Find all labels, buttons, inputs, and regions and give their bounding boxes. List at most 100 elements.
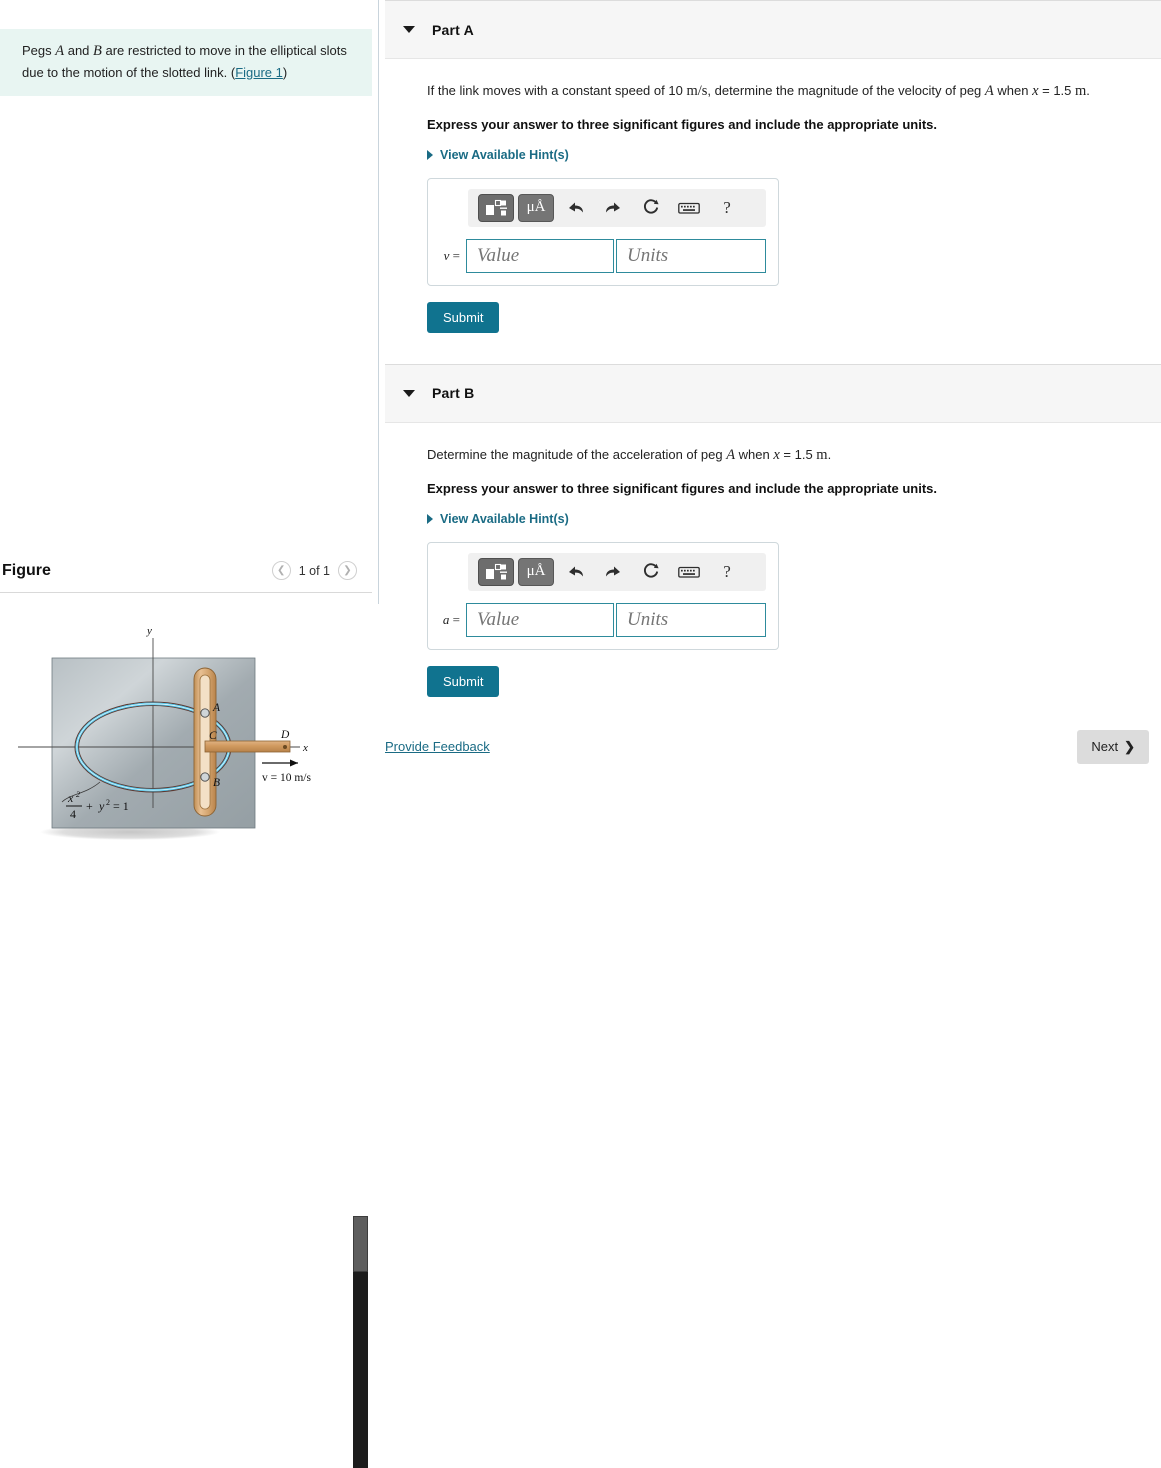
part-b-q-when: when — [735, 446, 774, 462]
redo-arrow-icon[interactable] — [596, 558, 630, 586]
figure-diagram: y x x 2 4 + y 2 = 1 A B C D v = 10 m/s — [18, 625, 312, 840]
figure-scrollbar-thumb[interactable] — [353, 1216, 368, 1272]
part-a-answer-box: μÅ ? v = Value Units — [427, 177, 779, 286]
problem-text-1: Pegs — [22, 43, 56, 58]
part-a-instruction: Express your answer to three significant… — [427, 116, 937, 132]
part-a-title: Part A — [432, 21, 474, 38]
figure-1-link[interactable]: Figure 1 — [235, 65, 283, 80]
problem-text-4: ) — [282, 64, 288, 80]
part-b-hints-label: View Available Hint(s) — [440, 511, 569, 526]
redo-arrow-icon[interactable] — [596, 194, 630, 222]
part-b-q-eq: = 1.5 — [779, 446, 817, 462]
x-axis-label: x — [302, 742, 308, 754]
help-question-icon[interactable]: ? — [710, 558, 744, 586]
svg-text:2: 2 — [76, 790, 80, 799]
svg-text:2: 2 — [106, 798, 110, 807]
part-a-symbol-char: v — [443, 247, 450, 263]
keyboard-glyph — [678, 202, 700, 214]
redo-glyph — [605, 566, 620, 577]
peg-b — [200, 772, 210, 782]
part-b-title: Part B — [432, 385, 475, 402]
caret-down-icon[interactable] — [403, 389, 415, 397]
horizontal-rod — [204, 740, 291, 753]
units-mu-angstrom-label: μÅ — [526, 563, 546, 579]
chevron-left-icon[interactable]: ❮ — [271, 561, 291, 580]
part-b-value-input[interactable] — [466, 602, 614, 637]
part-a-q-m: m — [1075, 83, 1087, 99]
undo-arrow-icon[interactable] — [558, 558, 592, 586]
part-a-value-input[interactable] — [466, 238, 614, 273]
part-b-q-end: . — [827, 446, 832, 462]
reset-circular-arrow-icon[interactable] — [634, 558, 668, 586]
part-a-question: If the link moves with a constant speed … — [427, 81, 1161, 103]
undo-arrow-icon[interactable] — [558, 194, 592, 222]
part-b-units-input[interactable] — [616, 602, 766, 637]
math-template-glyph — [486, 563, 507, 579]
figure-scrollbar-track[interactable] — [353, 1216, 368, 1468]
figure-panel-title: Figure — [2, 561, 51, 579]
problem-statement: Pegs A and B are restricted to move in t… — [0, 29, 372, 97]
svg-text:4: 4 — [70, 807, 76, 821]
part-a-q-mid: , determine the magnitude of the velocit… — [707, 83, 985, 98]
caret-right-icon — [427, 513, 433, 524]
part-b-submit-button[interactable]: Submit — [427, 665, 500, 697]
page-root: Pegs A and B are restricted to move in t… — [0, 0, 1161, 1468]
figure-header: Figure ❮ 1 of 1 ❯ — [0, 548, 379, 593]
y-axis-label: y — [146, 625, 152, 637]
chevron-right-icon[interactable]: ❯ — [338, 561, 357, 580]
reset-glyph — [643, 199, 659, 214]
next-button-label: Next — [1091, 739, 1119, 754]
part-b-answer-row: a = — [440, 602, 766, 637]
math-template-glyph — [486, 199, 507, 216]
point-d-label: D — [280, 729, 290, 741]
figure-divider — [0, 592, 372, 593]
part-b-answer-box: μÅ ? a = Value Units — [427, 541, 779, 650]
redo-glyph — [605, 202, 620, 213]
math-template-icon[interactable] — [478, 193, 514, 222]
part-b-view-hints[interactable]: View Available Hint(s) — [427, 512, 569, 526]
svg-text:= 1: = 1 — [113, 799, 129, 813]
part-a-units-input[interactable] — [616, 238, 766, 273]
part-a-spacer — [427, 333, 1161, 364]
point-d-marker — [283, 745, 287, 749]
undo-glyph — [568, 566, 583, 577]
peg-a-label: A — [212, 702, 221, 714]
part-a-view-hints[interactable]: View Available Hint(s) — [427, 148, 569, 162]
help-question-icon[interactable]: ? — [710, 194, 744, 222]
units-mu-angstrom-label: μÅ — [526, 199, 546, 216]
footer-bar: Provide Feedback Next ❯ — [379, 729, 1161, 764]
units-mu-angstrom-icon[interactable]: μÅ — [518, 193, 554, 222]
problem-var-b: B — [93, 43, 102, 59]
svg-text:y: y — [98, 799, 105, 813]
chevron-right-icon: ❯ — [1124, 738, 1135, 754]
part-b-body: Determine the magnitude of the accelerat… — [379, 445, 1161, 697]
part-b-q-pre: Determine the magnitude of the accelerat… — [427, 446, 727, 462]
part-b-q-var: A — [726, 446, 736, 463]
math-template-icon[interactable] — [478, 557, 514, 586]
part-b-question: Determine the magnitude of the accelerat… — [427, 445, 1161, 467]
undo-glyph — [568, 202, 583, 213]
caret-down-icon[interactable] — [403, 26, 415, 33]
next-button[interactable]: Next ❯ — [1077, 729, 1149, 764]
part-a-header[interactable]: Part A — [385, 0, 1161, 59]
part-b-q-m: m — [816, 446, 828, 463]
keyboard-icon[interactable] — [672, 194, 706, 222]
velocity-label: v = 10 m/s — [262, 772, 312, 784]
problem-var-a: A — [55, 43, 65, 59]
part-b-answer-toolbar: μÅ ? — [468, 552, 766, 591]
provide-feedback-link[interactable]: Provide Feedback — [385, 739, 490, 754]
part-a-answer-toolbar: μÅ ? — [468, 188, 766, 227]
figure-count-label: 1 of 1 — [298, 563, 330, 578]
part-b-symbol-equals: = — [452, 611, 460, 627]
keyboard-icon[interactable] — [672, 558, 706, 586]
part-b-symbol-char: a — [442, 611, 450, 627]
part-a-q-pre: If the link moves with a constant speed … — [427, 83, 687, 98]
reset-circular-arrow-icon[interactable] — [634, 194, 668, 222]
peg-b-label: B — [213, 777, 220, 789]
units-mu-angstrom-icon[interactable]: μÅ — [518, 557, 554, 586]
caret-right-icon — [427, 149, 433, 160]
right-panel: Part A If the link moves with a constant… — [379, 0, 1161, 874]
part-b-header[interactable]: Part B — [385, 363, 1161, 423]
part-a-submit-button[interactable]: Submit — [427, 301, 500, 333]
part-a-q-when: when — [993, 83, 1033, 98]
